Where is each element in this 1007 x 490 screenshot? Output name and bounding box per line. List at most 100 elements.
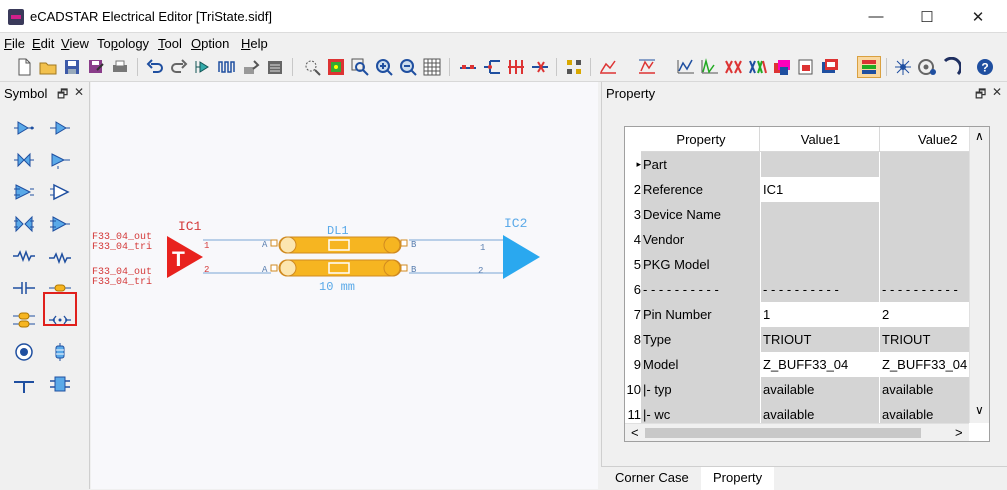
scroll-up-icon[interactable]: ∧ [975,129,984,143]
value1-cell[interactable]: IC1 [761,177,879,202]
property-grid[interactable]: Property Value1 Value2 ▸ Part 2 Reference IC… [624,126,990,442]
print-icon[interactable] [110,57,130,77]
table-row[interactable]: 4 Vendor [625,227,989,252]
fit-all-icon[interactable] [326,57,346,77]
column-header[interactable]: Value1 [760,127,880,152]
plot-green-icon[interactable] [700,57,720,77]
value2-cell[interactable]: Z_BUFF33_04 [880,352,969,377]
property-name-cell[interactable]: Reference [641,177,760,202]
table-row[interactable]: 10 |- typ available available [625,377,989,402]
table-row[interactable]: 2 Reference IC1 [625,177,989,202]
waveform-icon[interactable] [217,57,237,77]
value1-cell[interactable]: 1 [761,302,879,327]
minimize-button[interactable]: — [853,0,899,33]
value1-cell[interactable]: - - - - - - - - - - [761,277,879,302]
grid-icon[interactable] [422,57,442,77]
save-icon[interactable] [62,57,82,77]
symbol-panel-close-button[interactable]: ✕ [74,85,84,99]
menu-view[interactable]: View [61,36,89,51]
network-icon[interactable] [893,57,913,77]
value1-cell[interactable] [761,227,879,252]
close-button[interactable]: ✕ [955,0,1001,33]
property-panel-close-button[interactable]: ✕ [992,85,1002,99]
diff-driver-symbol-button[interactable] [9,179,39,205]
table-row[interactable]: 5 PKG Model [625,252,989,277]
coupled-line-symbol-button[interactable] [9,307,39,333]
driver-symbol-button[interactable] [9,115,39,141]
zoom-out-icon[interactable] [398,57,418,77]
receiver-symbol-button[interactable] [45,115,75,141]
bus-icon[interactable] [506,57,526,77]
property-name-cell[interactable]: - - - - - - - - - - [641,277,760,302]
value1-cell[interactable] [761,252,879,277]
value1-cell[interactable]: available [761,377,879,402]
pin-icon[interactable]: 🗗 [57,85,68,106]
crosstalk-icon[interactable] [724,57,744,77]
diff-bidir-symbol-button[interactable] [9,211,39,237]
scroll-down-icon[interactable]: ∨ [975,403,984,417]
value1-cell[interactable] [761,202,879,227]
ic2-receiver[interactable] [503,235,540,279]
via-symbol-button[interactable] [9,339,39,365]
property-name-cell[interactable]: Type [641,327,760,352]
connect-icon[interactable] [458,57,478,77]
table-row[interactable]: 7 Pin Number 1 2 [625,302,989,327]
inductor-symbol-button[interactable] [45,339,75,365]
value2-cell[interactable] [880,177,969,202]
branch-icon[interactable] [482,57,502,77]
hook-icon[interactable] [941,56,963,77]
property-name-cell[interactable]: Model [641,352,760,377]
export-icon[interactable] [772,57,792,77]
bidir-symbol-button[interactable] [9,147,39,173]
property-name-cell[interactable]: |- typ [641,377,760,402]
layers-icon[interactable] [857,56,881,78]
menu-edit[interactable]: Edit [32,36,54,51]
value2-cell[interactable] [880,252,969,277]
menu-tool[interactable]: Tool [158,36,182,51]
column-header[interactable]: Property [641,127,760,152]
value2-cell[interactable] [880,227,969,252]
value1-cell[interactable]: Z_BUFF33_04 [761,352,879,377]
redo-icon[interactable] [169,57,189,77]
simulate-icon[interactable] [193,57,213,77]
report-export-icon[interactable] [796,57,816,77]
property-name-cell[interactable]: Vendor [641,227,760,252]
menu-option[interactable]: Option [191,36,229,51]
horizontal-scrollbar[interactable]: < > [625,423,969,441]
menu-topology[interactable]: Topology [97,36,149,51]
tab-property[interactable]: Property [701,467,775,490]
tool-icon[interactable] [241,57,261,77]
diff-receiver-symbol-button[interactable] [45,179,75,205]
capacitor-symbol-button[interactable] [9,275,39,301]
menu-help[interactable]: Help [241,36,268,51]
table-row[interactable]: ▸ Part [625,152,989,177]
menu-file[interactable]: File [4,36,25,51]
report-icon[interactable] [265,57,285,77]
enable-receiver-symbol-button[interactable] [45,147,75,173]
package-symbol-button[interactable] [45,371,75,397]
tab-corner-case[interactable]: Corner Case [603,467,701,490]
open-folder-icon[interactable] [38,57,58,77]
table-row[interactable]: 8 Type TRIOUT TRIOUT [625,327,989,352]
undo-icon[interactable] [145,57,165,77]
value1-cell[interactable]: TRIOUT [761,327,879,352]
scroll-left-icon[interactable]: < [631,425,639,440]
terminal-symbol-button[interactable] [9,371,39,397]
value2-cell[interactable] [880,202,969,227]
value2-cell[interactable]: available [880,377,969,402]
scroll-thumb[interactable] [645,428,921,438]
property-name-cell[interactable]: Pin Number [641,302,760,327]
new-file-icon[interactable] [14,57,34,77]
help-icon[interactable]: ? [975,57,995,77]
pin-icon[interactable]: 🗗 [975,85,986,106]
table-row[interactable]: 9 Model Z_BUFF33_04 Z_BUFF33_04 [625,352,989,377]
property-name-cell[interactable]: PKG Model [641,252,760,277]
multi-run-icon[interactable] [748,57,768,77]
table-row[interactable]: 6- - - - - - - - - -- - - - - - - - - --… [625,277,989,302]
zoom-area-icon[interactable] [302,57,322,77]
zoom-window-icon[interactable] [350,57,370,77]
parts-icon[interactable] [564,57,584,77]
value2-cell[interactable]: - - - - - - - - - - [880,277,969,302]
vertical-scrollbar[interactable]: ∧ ∨ [969,127,989,423]
value2-cell[interactable]: 2 [880,302,969,327]
